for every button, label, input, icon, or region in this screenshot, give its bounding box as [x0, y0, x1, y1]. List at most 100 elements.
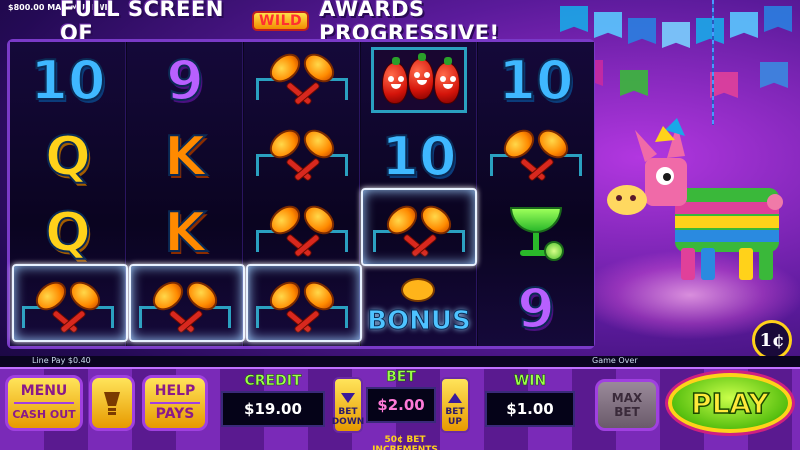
max-bet-label-2: BET [614, 405, 640, 419]
divider [150, 402, 200, 404]
reel-cell: Q [10, 194, 126, 270]
reel-cell: 10 [10, 42, 126, 118]
reel-cell [478, 194, 594, 270]
status-bar: Line Pay $0.40 Game Over [0, 356, 800, 367]
denomination-badge[interactable]: 1¢ [752, 320, 792, 360]
wild-logo: WILD [251, 11, 310, 31]
pepper-eye [440, 76, 446, 82]
line-pay-text: Line Pay $0.40 [32, 356, 91, 365]
attendant-icon [104, 392, 120, 415]
flag-decoration [662, 22, 690, 48]
bet-down-label-2: DOWN [331, 417, 365, 427]
help-label: HELP [154, 383, 196, 399]
maracas-symbol [20, 275, 116, 340]
reel-cell: 10 [361, 118, 477, 194]
margarita-lime [544, 241, 564, 261]
pepper-mouth [417, 80, 427, 85]
reel-cell [361, 194, 477, 270]
help-pays-button[interactable]: HELP PAYS [142, 375, 208, 431]
flag-decoration [594, 12, 622, 38]
menu-cashout-button[interactable]: MENU CASH OUT [5, 375, 83, 431]
win-value: $1.00 [485, 391, 575, 427]
symbol-k: K [163, 200, 207, 265]
reel-cell [244, 118, 360, 194]
margarita-stemg [533, 233, 539, 251]
reel-cell [244, 42, 360, 118]
bet-up-button[interactable]: BET UP [440, 377, 470, 433]
flag-decoration [764, 6, 792, 32]
bet-label: BET [386, 369, 416, 386]
reel-cell [244, 270, 360, 346]
arrow-up-icon [448, 393, 462, 403]
chili-pepper [408, 53, 434, 100]
maracas-symbol [254, 275, 350, 340]
chili-pepper [382, 57, 408, 104]
symbol-q: Q [44, 200, 92, 265]
reel-cell: BONUS [361, 270, 477, 346]
flag-decoration [760, 62, 788, 88]
symbol-k: K [163, 124, 207, 189]
pepper-stem [392, 57, 400, 65]
symbol-10: 10 [29, 48, 106, 113]
bonus-label: BONUS [367, 306, 472, 337]
flag-decoration [560, 6, 588, 32]
pepper-mouth [443, 84, 453, 89]
game-screen: $800.00 MAXIMUM WIN FULL SCREEN OF WILD … [0, 0, 800, 450]
pepper-mouth [391, 84, 401, 89]
flag-decoration [628, 18, 656, 44]
flag-decoration [696, 18, 724, 44]
bet-value: $2.00 [366, 387, 436, 423]
reel [244, 42, 360, 346]
symbol-q: Q [44, 124, 92, 189]
reel: 10 BONUS [361, 42, 477, 346]
divider [14, 402, 74, 404]
control-panel: MENU CASH OUT HELP PAYS CREDIT $19.00 BE… [0, 367, 800, 450]
symbol-9: 9 [165, 48, 205, 113]
credit-value: $19.00 [221, 391, 325, 427]
bet-up-label-2: UP [448, 417, 462, 427]
progressive-banner: FULL SCREEN OF WILD AWARDS PROGRESSIVE! [60, 0, 580, 45]
play-button[interactable]: PLAY [668, 373, 792, 433]
reel-cell: 9 [127, 42, 243, 118]
cashout-label: CASH OUT [12, 408, 76, 421]
win-label: WIN [513, 373, 547, 390]
chili-pepper [434, 57, 460, 104]
pepper-eye [398, 76, 404, 82]
reel-cell [10, 270, 126, 346]
bet-up-label-1: BET [445, 407, 465, 417]
reel-cell [361, 42, 477, 118]
reel-cell: K [127, 194, 243, 270]
pays-label: PAYS [155, 406, 195, 422]
reel-cell: 9 [478, 270, 594, 346]
margarita-glass [510, 207, 562, 233]
bet-down-button[interactable]: BET DOWN [331, 377, 365, 433]
bonus-symbol: BONUS [367, 274, 471, 342]
win-meter: WIN $1.00 [485, 373, 575, 427]
reel-window: 10 Q Q 9 KK 10 BONUS 10 9 [7, 39, 595, 349]
symbol-10: 10 [380, 124, 457, 189]
max-bet-label-1: MAX [611, 391, 643, 405]
flag-decoration [730, 12, 758, 38]
reel-cell: Q [10, 118, 126, 194]
max-bet-button[interactable]: MAX BET [595, 379, 659, 431]
pepper-face [387, 76, 405, 89]
reel-cell [478, 118, 594, 194]
maracas-symbol [371, 199, 467, 264]
pepper-face [413, 72, 431, 85]
bet-meter: BET $2.00 [366, 369, 436, 423]
maracas-symbol [254, 199, 350, 264]
symbol-10: 10 [497, 48, 574, 113]
pepper-stem [418, 53, 426, 61]
credit-meter: CREDIT $19.00 [221, 373, 325, 427]
margarita-symbol [496, 199, 576, 265]
credit-label: CREDIT [244, 373, 302, 390]
service-button[interactable] [89, 375, 135, 431]
bonus-fish [401, 278, 435, 302]
reel: 9 KK [127, 42, 243, 346]
pepper-eye [388, 76, 394, 82]
symbol-9: 9 [516, 276, 556, 341]
arrow-down-icon [341, 393, 355, 403]
bet-increments-text: 50¢ BET INCREMENTS [372, 435, 438, 450]
menu-label: MENU [20, 383, 68, 399]
bet-down-label-1: BET [338, 407, 358, 417]
